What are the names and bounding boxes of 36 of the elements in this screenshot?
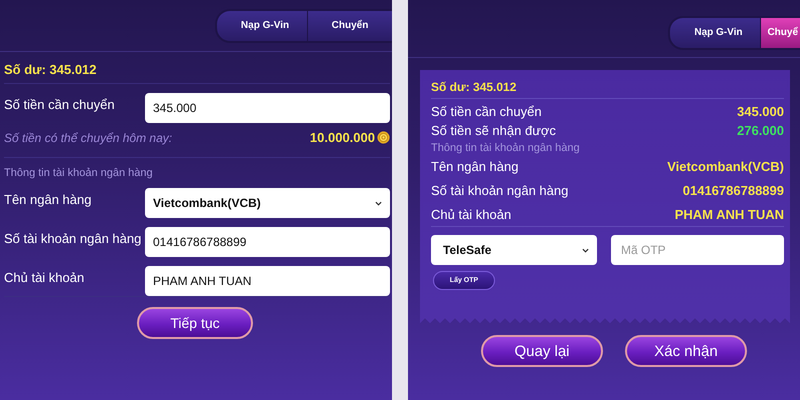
input-field[interactable]: 345.000 xyxy=(145,93,390,123)
tab[interactable]: Nạp G-Vin xyxy=(670,18,760,48)
limit-label: Số tiền có thể chuyển hôm nay: xyxy=(4,130,172,144)
amount-value: 345.000 xyxy=(737,104,784,119)
detail-label: Chủ tài khoản xyxy=(431,206,512,222)
balance-text: Số dư: 345.012 xyxy=(4,58,390,84)
field-label: Số tiền cần chuyển xyxy=(4,96,116,112)
amount-label: Số tiền cần chuyển xyxy=(431,104,542,119)
tab[interactable]: Chuyển xyxy=(307,10,392,40)
tab[interactable]: Nạp G-Vin xyxy=(217,10,307,40)
detail-value: Vietcombank(VCB) xyxy=(667,158,784,174)
input-field[interactable]: PHAM ANH TUAN xyxy=(145,266,390,296)
chevron-icon xyxy=(582,248,589,252)
otp-field[interactable]: Mã OTP xyxy=(611,235,784,265)
detail-value: 01416786788899 xyxy=(682,182,784,198)
dropdown[interactable]: Vietcombank(VCB) xyxy=(145,188,390,218)
limit-value: 10.000.000 xyxy=(310,130,375,145)
field-label: Chủ tài khoản xyxy=(4,269,86,285)
input-field[interactable]: 01416786788899 xyxy=(145,227,390,257)
field-label: Tên ngân hàng xyxy=(4,191,92,207)
continue-button[interactable]: Tiếp tục xyxy=(137,307,253,339)
field-label: Số tài khoản ngân hàng xyxy=(4,230,142,246)
chevron-icon xyxy=(375,200,382,206)
detail-value: PHAM ANH TUAN xyxy=(674,206,784,222)
detail-label: Số tài khoản ngân hàng xyxy=(431,182,568,198)
amount-value: 276.000 xyxy=(737,123,784,138)
tab[interactable]: Chuyể xyxy=(760,18,800,48)
balance-text: Số dư: 345.012 xyxy=(431,79,518,96)
coin-icon xyxy=(377,131,390,144)
action-button[interactable]: Xác nhận xyxy=(625,335,747,367)
action-button[interactable]: Quay lại xyxy=(481,335,603,367)
detail-label: Tên ngân hàng xyxy=(431,158,518,174)
dropdown[interactable]: TeleSafe xyxy=(431,235,597,265)
section-title: Thông tin tài khoản ngân hàng xyxy=(431,142,581,154)
amount-label: Số tiền sẽ nhận được xyxy=(431,123,556,138)
section-title: Thông tin tài khoản ngân hàng xyxy=(4,167,154,179)
